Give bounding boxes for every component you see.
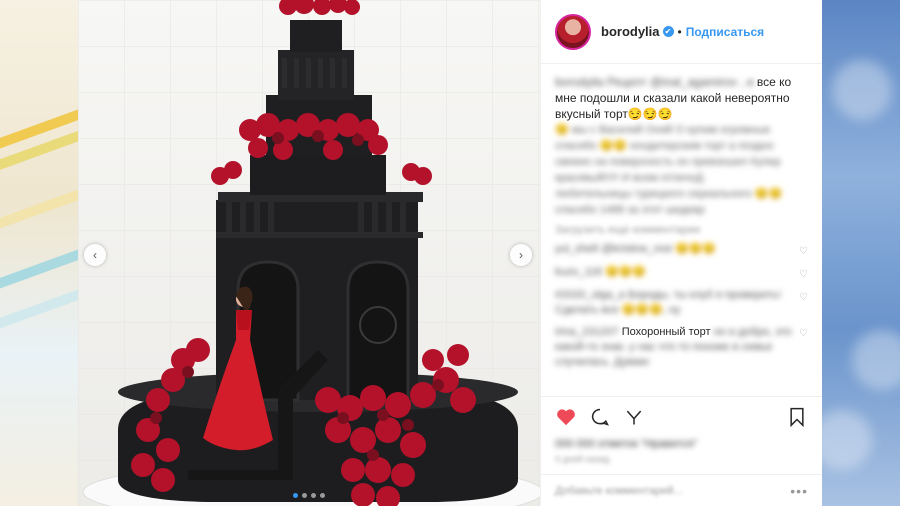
comment-like-heart-icon[interactable]: ♡ (799, 290, 808, 305)
comment-text: Похоронный торт (621, 326, 711, 338)
comment-item: #2020_olga_a Бороды, ты клуб я проверить… (555, 288, 808, 318)
likes-count[interactable]: 000 000 отметок "Нравится" (541, 436, 822, 452)
caption-line: спасибо 1488 за этот шедевр (555, 204, 705, 216)
username-link[interactable]: borodylia (601, 24, 660, 39)
comment-user[interactable]: #2020_olga_a (555, 289, 625, 301)
heart-icon (557, 408, 575, 425)
add-comment-input[interactable] (555, 484, 791, 497)
next-photo-button[interactable]: › (510, 244, 532, 266)
share-icon (626, 410, 642, 424)
chevron-left-icon: ‹ (93, 248, 97, 262)
post-photo: ‹ › (78, 0, 540, 506)
save-button[interactable] (786, 406, 808, 428)
comment-like-heart-icon[interactable]: ♡ (799, 267, 808, 282)
comment-item: kuzo_118 😏😏😏 ♡ (555, 265, 808, 282)
comment-user[interactable]: kuzo_118 (555, 266, 602, 278)
comment-text: 😏😏😏 (604, 266, 647, 278)
comment-text: @kristine_mot 😏😏😏 (601, 243, 717, 255)
previous-photo-button[interactable]: ‹ (84, 244, 106, 266)
post-time: 4 дней назад (555, 454, 610, 464)
share-button[interactable] (623, 406, 645, 428)
comment-item: yul_shefi @kristine_mot 😏😏😏 ♡ (555, 242, 808, 259)
right-decorative-background (822, 0, 900, 506)
comment-like-heart-icon[interactable]: ♡ (799, 326, 808, 341)
post-side-panel: borodylia ✔ • Подписаться borodylia Реце… (540, 0, 822, 506)
caption-line: красивый!!!!! И всем отличоД (555, 172, 704, 184)
comment-user[interactable]: yul_shefi (555, 243, 598, 255)
carousel-dot (293, 493, 298, 498)
chevron-right-icon: › (519, 248, 523, 262)
bookmark-icon (790, 407, 804, 427)
header-separator: • (677, 24, 682, 39)
comment-item: irina_231207 Похоронный торт но и добро,… (555, 324, 808, 370)
comment-user[interactable]: irina_231207 (555, 326, 619, 338)
caption-line: 😏 мы с Василий Оняй О купим огромные (555, 124, 771, 136)
cake-illustration (82, 0, 540, 506)
caption-line: любительницы турецкого сериального 😏😏 (555, 188, 783, 200)
caption-line: спасибо 😏😏 кондитерским торт а поздно (555, 140, 774, 152)
carousel-dot (320, 493, 325, 498)
like-button[interactable] (555, 406, 577, 428)
comment-like-heart-icon[interactable]: ♡ (799, 244, 808, 259)
comments-section: borodylia Рецепт @inal_agamirov , и все … (541, 64, 822, 396)
post-header: borodylia ✔ • Подписаться (541, 0, 822, 64)
caption-blurred-start: Рецепт @inal_agamirov , и (607, 75, 754, 89)
instagram-post: ‹ › borodylia ✔ • Подписаться borodylia … (78, 0, 822, 506)
follow-button[interactable]: Подписаться (686, 25, 764, 39)
avatar[interactable] (555, 13, 591, 50)
caption-line: свежих на поверхность он превзошел Купер (555, 156, 781, 168)
left-decorative-background (0, 0, 78, 506)
caption-author[interactable]: borodylia (555, 75, 604, 89)
carousel-dot (311, 493, 316, 498)
more-options-icon[interactable]: ••• (790, 483, 808, 499)
carousel-dot (302, 493, 307, 498)
load-more-comments-link[interactable]: Загрузить еще комментарии (555, 224, 808, 236)
comment-button[interactable] (589, 406, 611, 428)
post-caption: borodylia Рецепт @inal_agamirov , и все … (555, 74, 808, 218)
comment-icon (591, 408, 609, 426)
verified-badge-icon: ✔ (662, 26, 674, 37)
post-actions-bar (541, 396, 822, 436)
add-comment-bar: ••• (541, 474, 822, 506)
carousel-indicator (78, 493, 540, 498)
